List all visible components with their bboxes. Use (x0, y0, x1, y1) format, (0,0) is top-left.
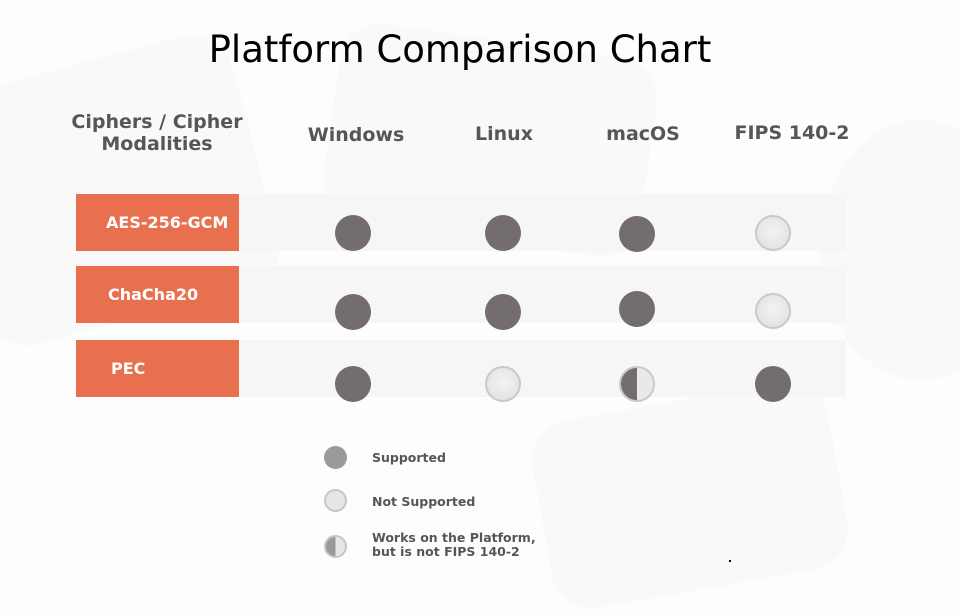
row-label-chacha20: ChaCha20 (76, 266, 239, 323)
legend-not-supported-icon (324, 489, 347, 512)
status-dot-not-supported-icon (485, 366, 521, 402)
status-dot-supported-icon (335, 366, 371, 402)
status-dot-not-supported-icon (755, 293, 791, 329)
status-dot-supported-icon (619, 216, 655, 252)
status-dot-supported-icon (335, 294, 371, 330)
status-dot-supported-icon (755, 366, 791, 402)
status-dot-supported-icon (485, 215, 521, 251)
row-label-aes-256-gcm: AES-256-GCM (76, 194, 239, 251)
status-dot-supported-icon (619, 291, 655, 327)
legend-label: Supported (372, 450, 446, 465)
column-header-fips: FIPS 140-2 (734, 122, 850, 144)
legend-partial-icon (324, 535, 347, 558)
chart-title: Platform Comparison Chart (208, 28, 712, 71)
legend-label: Not Supported (372, 494, 476, 509)
status-dot-partial-icon (619, 366, 655, 402)
column-header-macos: macOS (606, 123, 680, 145)
column-header-windows: Windows (307, 124, 405, 146)
background-shape (525, 375, 855, 615)
legend-label: Works on the Platform, but is not FIPS 1… (372, 530, 536, 559)
status-dot-supported-icon (485, 294, 521, 330)
row-header-label: Ciphers / Cipher Modalities (71, 111, 243, 155)
status-dot-not-supported-icon (755, 215, 791, 251)
stray-dot (729, 560, 731, 562)
row-label-pec: PEC (76, 340, 239, 397)
status-dot-supported-icon (335, 215, 371, 251)
legend-supported-icon (324, 446, 347, 469)
column-header-linux: Linux (475, 123, 533, 145)
